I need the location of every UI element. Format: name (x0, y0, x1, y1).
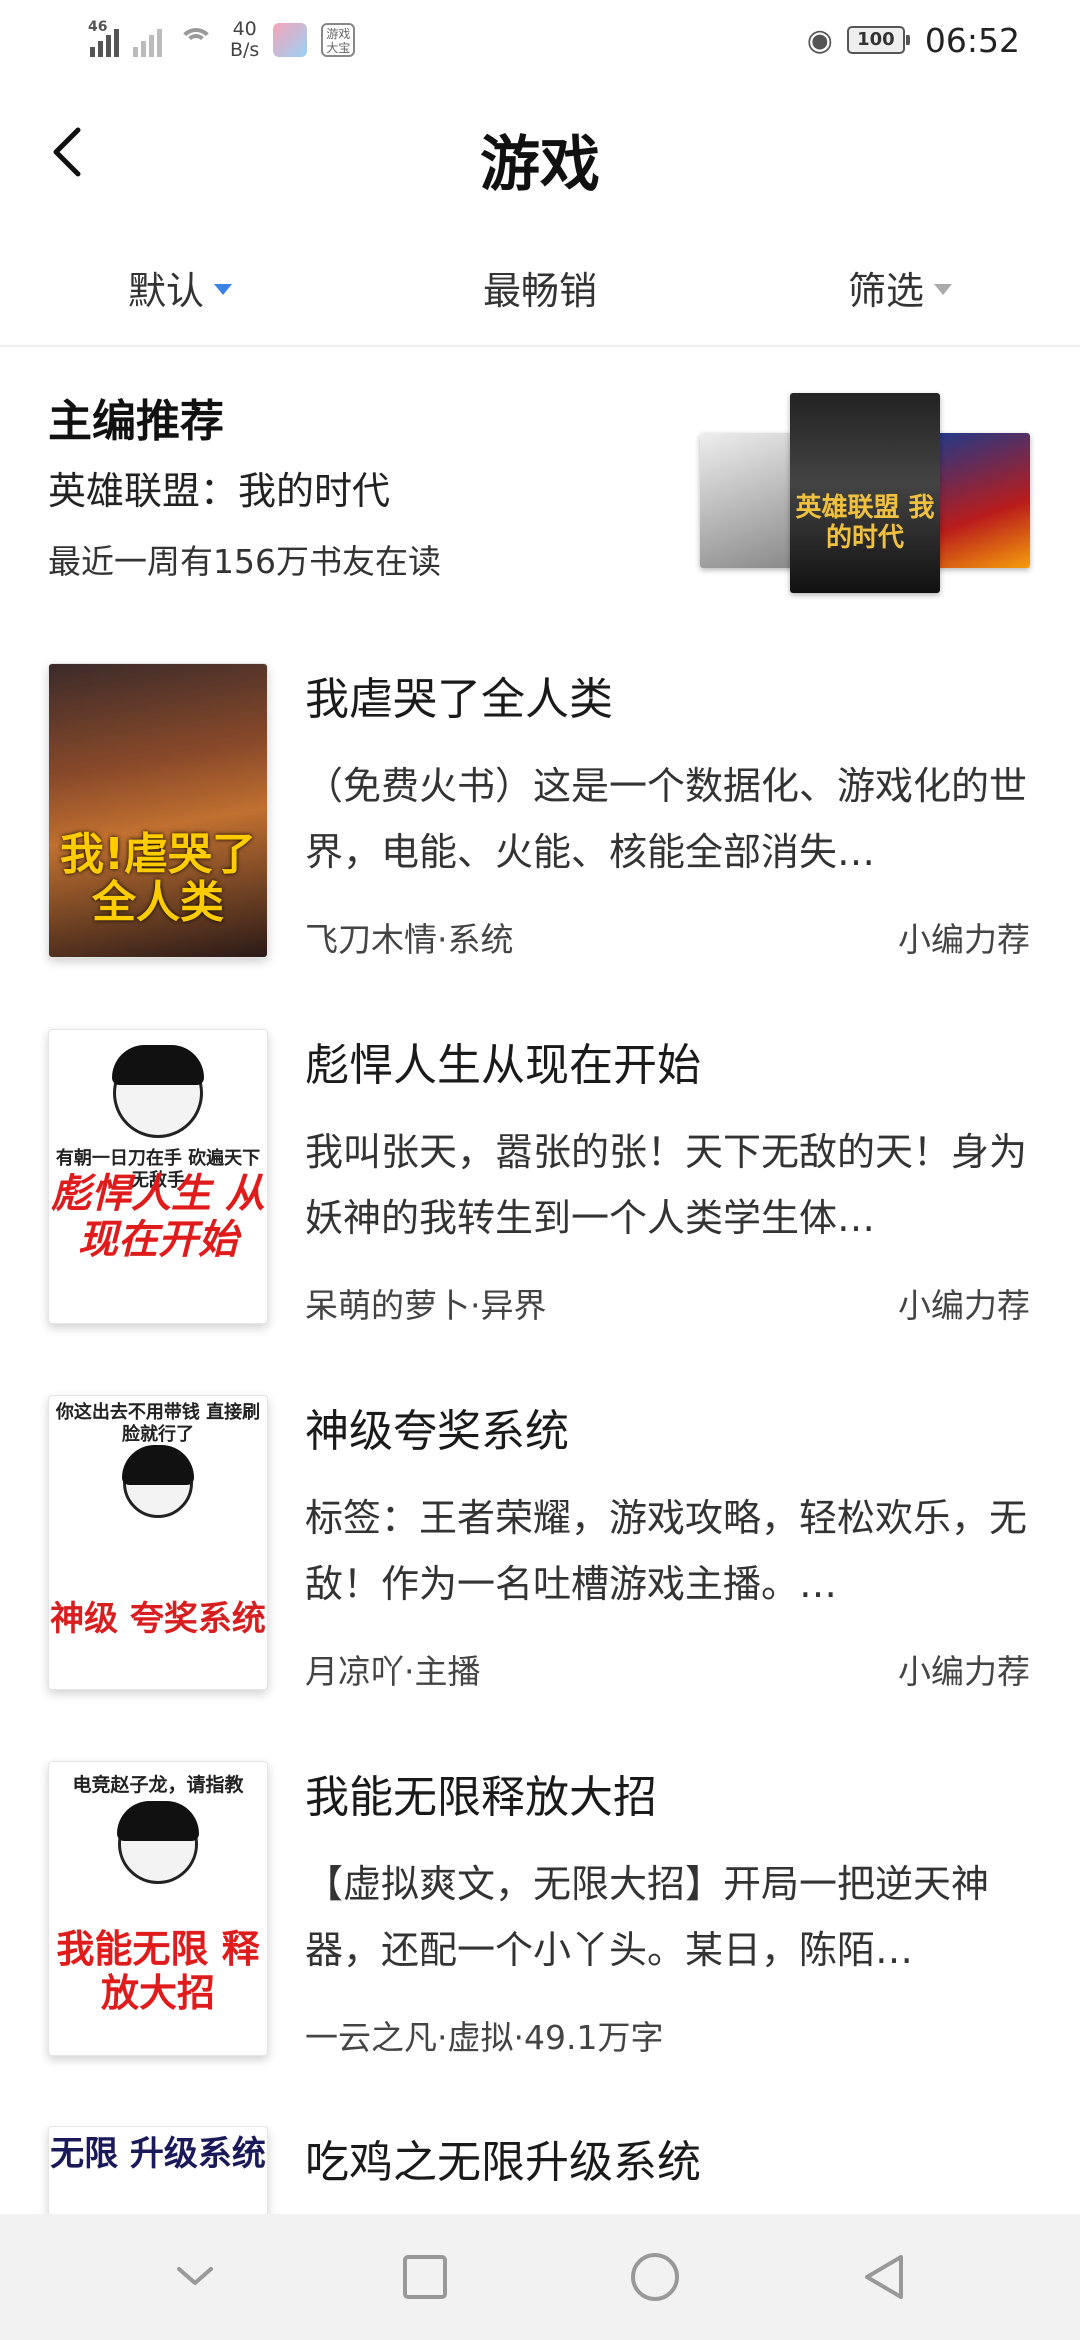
book-cover-image: 英雄联盟 我的时代 (790, 393, 940, 593)
game-app-badge: 游戏大宝 (321, 23, 356, 57)
book-cover-image (700, 433, 800, 568)
network-speed: 40 B/s (230, 18, 260, 61)
chevron-down-icon (177, 2267, 213, 2285)
cover-title: 我能无限 释放大招 (56, 1927, 260, 2015)
book-description: 标签：王者荣耀，游戏攻略，轻松欢乐，无敌！作为一名吐槽游戏主播。… (305, 1496, 1028, 1606)
dropdown-arrow-icon (934, 284, 952, 295)
tabs-divider (0, 345, 1080, 347)
battery-indicator: 100 (846, 26, 910, 54)
book-list-item[interactable]: 你这出去不用带钱 直接刷脸就行了 神级 夸奖系统 神级夸奖系统 标签：王者荣耀，… (0, 1395, 1080, 1695)
meme-face-icon (122, 1445, 194, 1518)
book-cover-image: 你这出去不用带钱 直接刷脸就行了 神级 夸奖系统 (48, 1395, 268, 1690)
dropdown-arrow-icon (214, 284, 232, 295)
circle-icon (631, 2253, 679, 2301)
book-title: 我虐哭了全人类 (305, 674, 613, 725)
book-list-item[interactable]: 电竞赵子龙，请指教 我能无限 释放大招 我能无限释放大招 【虚拟爽文，无限大招】… (0, 1761, 1080, 2061)
book-title: 彪悍人生从现在开始 (305, 1040, 701, 1091)
editor-pick-readers: 最近一周有156万书友在读 (48, 542, 441, 581)
book-description: （免费火书）这是一个数据化、游戏化的世界，电能、火能、核能全部消失… (305, 764, 1028, 874)
book-tag: 小编力荐 (898, 920, 1030, 959)
triangle-back-icon (865, 2255, 903, 2299)
book-tag: 小编力荐 (898, 1652, 1030, 1691)
nav-home-button[interactable] (625, 2247, 685, 2307)
cover-subtitle: 电竞赵子龙，请指教 (72, 1774, 244, 1796)
book-list-item[interactable]: 有朝一日刀在手 砍遍天下无敌手 彪悍人生 从现在开始 彪悍人生从现在开始 我叫张… (0, 1029, 1080, 1329)
system-nav-bar (0, 2214, 1080, 2340)
status-left: 46 40 B/s 游戏大宝 (88, 18, 356, 61)
book-tag: 小编力荐 (898, 1286, 1030, 1325)
book-cover-image: 我!虐哭了全人类 (48, 663, 268, 958)
meme-face-icon (112, 1045, 204, 1138)
tab-filter[interactable]: 筛选 (720, 240, 1080, 335)
cover-title: 无限 升级系统 (50, 2134, 266, 2174)
book-description: 【虚拟爽文，无限大招】开局一把逆天神器，还配一个小丫头。某日，陈陌… (305, 1862, 990, 1972)
book-meta: 一云之凡·虚拟·49.1万字 (305, 2018, 664, 2057)
book-title: 神级夸奖系统 (305, 1406, 569, 1457)
book-meta: 呆萌的萝卜·异界 (305, 1286, 547, 1325)
editor-pick-heading: 主编推荐 (48, 396, 224, 447)
page-title: 游戏 (480, 130, 600, 200)
editor-pick-book-title: 英雄联盟：我的时代 (48, 469, 391, 513)
book-meta: 飞刀木情·系统 (305, 920, 514, 959)
cell-signal-2-icon (133, 23, 162, 57)
cover-title: 彪悍人生 从现在开始 (51, 1171, 265, 1263)
cover-title: 神级 夸奖系统 (50, 1599, 266, 1639)
tab-default[interactable]: 默认 (0, 240, 360, 335)
book-title: 我能无限释放大招 (305, 1772, 657, 1823)
editor-pick-covers: 英雄联盟 我的时代 (700, 383, 1030, 593)
nav-collapse-button[interactable] (165, 2247, 225, 2307)
cell-signal-icon: 46 (88, 19, 119, 57)
book-cover-image (930, 433, 1030, 568)
book-title: 吃鸡之无限升级系统 (305, 2137, 701, 2188)
page-header: 游戏 (0, 100, 1080, 210)
book-list-item[interactable]: 我!虐哭了全人类 我虐哭了全人类 （免费火书）这是一个数据化、游戏化的世界，电能… (0, 663, 1080, 963)
nav-back-button[interactable] (855, 2247, 915, 2307)
square-icon (403, 2255, 447, 2299)
cover-title: 我!虐哭了全人类 (59, 829, 257, 928)
book-meta: 月凉吖·主播 (305, 1652, 481, 1691)
wifi-icon (176, 24, 216, 56)
editor-pick-card[interactable]: 主编推荐 英雄联盟：我的时代 最近一周有156万书友在读 英雄联盟 我的时代 (0, 375, 1080, 600)
nav-recents-button[interactable] (395, 2247, 455, 2307)
app-notification-icon (273, 23, 308, 57)
tab-default-label: 默认 (127, 269, 204, 313)
cover-title: 英雄联盟 我的时代 (795, 493, 935, 553)
status-bar: 46 40 B/s 游戏大宝 ◉ 100 06:52 (0, 0, 1080, 80)
status-time: 06:52 (924, 20, 1020, 60)
eye-comfort-icon: ◉ (806, 22, 833, 58)
sort-tabs: 默认 最畅销 筛选 (0, 240, 1080, 335)
book-cover-image: 电竞赵子龙，请指教 我能无限 释放大招 (48, 1761, 268, 2056)
tab-bestselling-label: 最畅销 (482, 269, 597, 313)
cover-subtitle: 你这出去不用带钱 直接刷脸就行了 (55, 1402, 261, 1445)
book-cover-image: 无限 升级系统 (48, 2126, 268, 2214)
tab-filter-label: 筛选 (847, 269, 924, 313)
book-list-item[interactable]: 无限 升级系统 吃鸡之无限升级系统 (0, 2126, 1080, 2214)
status-right: ◉ 100 06:52 (807, 21, 1020, 60)
book-cover-image: 有朝一日刀在手 砍遍天下无敌手 彪悍人生 从现在开始 (48, 1029, 268, 1324)
tab-bestselling[interactable]: 最畅销 (360, 240, 720, 335)
meme-face-icon (117, 1801, 199, 1884)
book-description: 我叫张天，嚣张的张！天下无敌的天！身为妖神的我转生到一个人类学生体… (305, 1130, 1028, 1240)
